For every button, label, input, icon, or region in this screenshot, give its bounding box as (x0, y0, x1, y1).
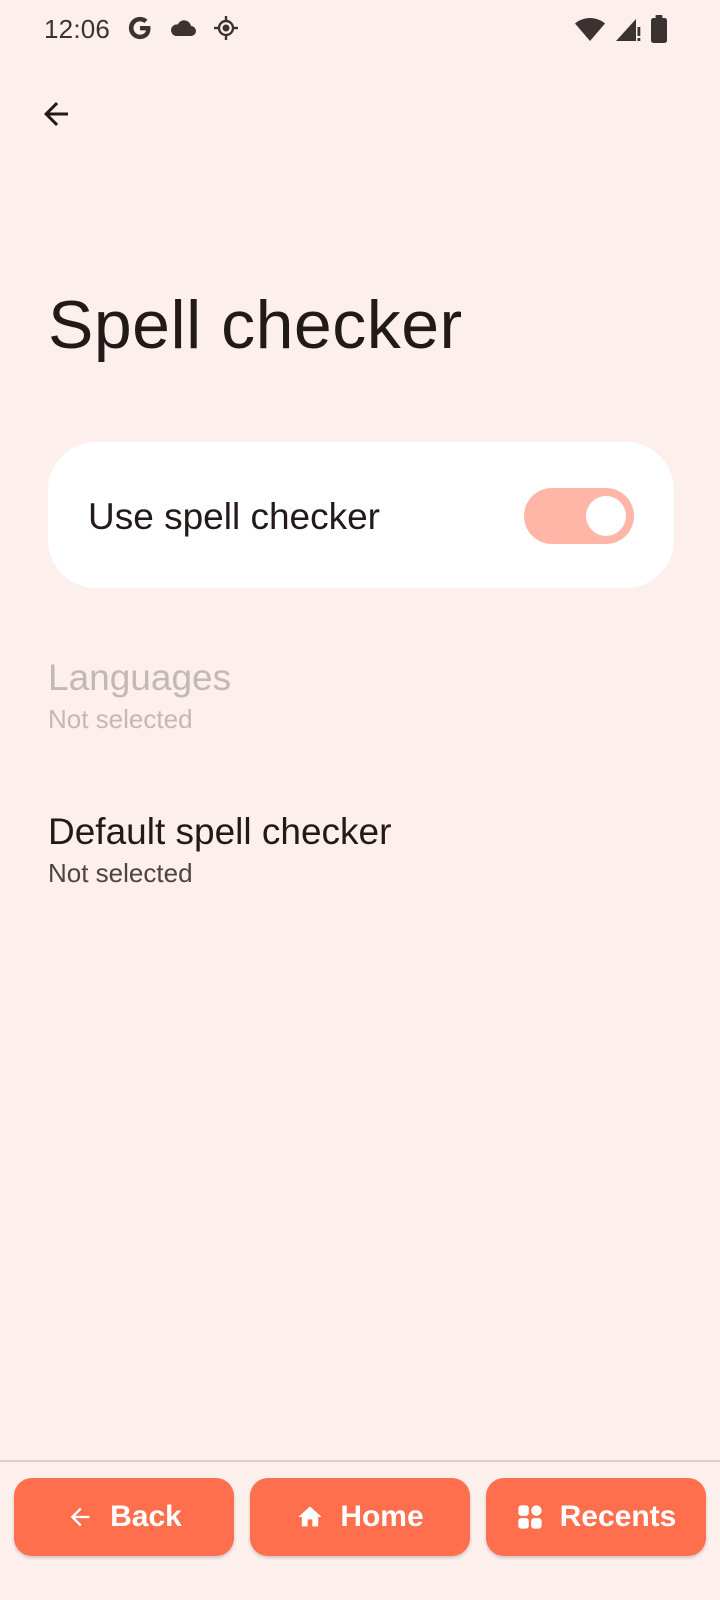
nav-recents-label: Recents (559, 1500, 677, 1533)
cell-signal-icon (614, 15, 642, 43)
home-icon (296, 1503, 324, 1531)
switch-thumb (586, 496, 626, 536)
cloud-icon (168, 16, 198, 40)
pref-default-spell-checker-title: Default spell checker (48, 811, 392, 852)
nav-recents-button[interactable]: Recents (486, 1478, 706, 1556)
navigate-up-button[interactable] (32, 90, 80, 138)
pref-languages-title: Languages (48, 657, 232, 698)
use-spell-checker-label: Use spell checker (88, 496, 381, 537)
pref-languages: Languages Not selected (48, 656, 674, 736)
pref-languages-summary: Not selected (48, 704, 193, 734)
status-time: 12:06 (44, 14, 111, 44)
status-left-icons (126, 14, 240, 42)
arrow-back-icon (38, 96, 74, 132)
status-bar: 12:06 (0, 0, 720, 62)
pref-default-spell-checker-summary: Not selected (48, 858, 193, 888)
page-title: Spell checker (48, 287, 463, 363)
arrow-back-icon (66, 1503, 94, 1531)
nav-back-button[interactable]: Back (14, 1478, 234, 1556)
google-icon (126, 14, 154, 42)
pref-default-spell-checker[interactable]: Default spell checker Not selected (48, 810, 674, 890)
status-right-icons (574, 14, 668, 44)
nav-home-label: Home (340, 1500, 424, 1533)
location-icon (212, 14, 240, 42)
wifi-icon (574, 15, 606, 43)
use-spell-checker-card[interactable]: Use spell checker (48, 442, 674, 588)
nav-home-button[interactable]: Home (250, 1478, 470, 1556)
battery-icon (650, 14, 668, 44)
nav-back-label: Back (110, 1500, 182, 1533)
recents-icon (516, 1503, 544, 1531)
bottom-nav: Back Home Recents (0, 1460, 720, 1600)
use-spell-checker-switch[interactable] (524, 488, 634, 544)
